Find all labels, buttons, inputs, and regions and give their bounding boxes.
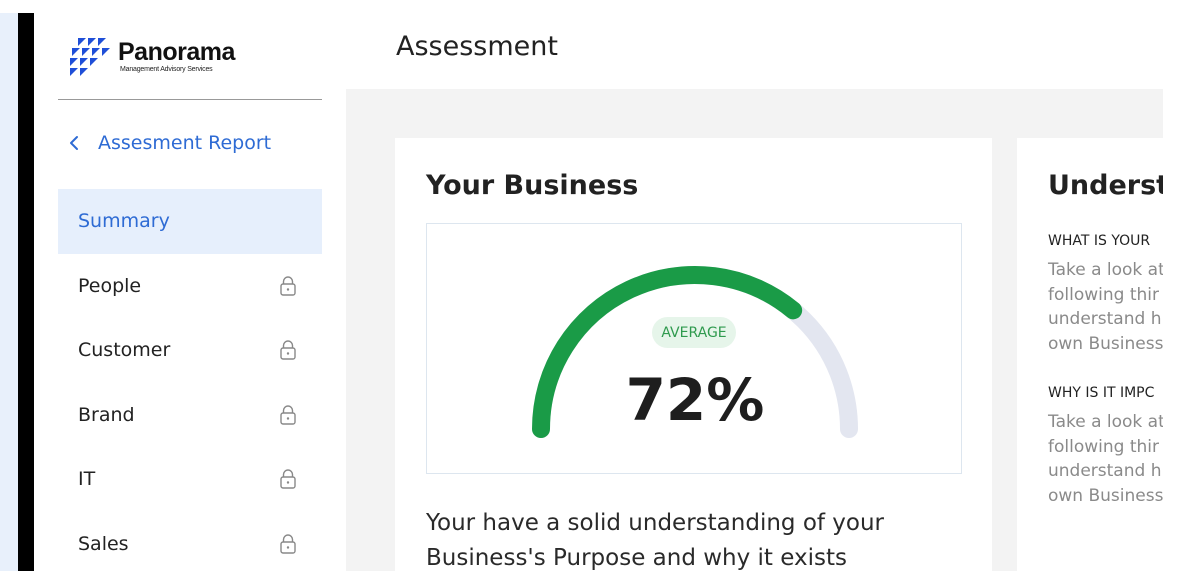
card-title: Your Business xyxy=(426,170,639,201)
main-content: Your Business AVERAGE 72% Your have a so… xyxy=(346,89,1163,571)
section-label: WHY IS IT IMPC xyxy=(1048,385,1155,401)
nav-item-customer[interactable]: Customer xyxy=(58,318,322,383)
body-line: own Business xyxy=(1048,333,1163,354)
chevron-left-icon xyxy=(70,136,78,150)
left-rail xyxy=(0,13,18,571)
understand-card: Understa WHAT IS YOUR Take a look at fol… xyxy=(1017,138,1163,571)
brand-subtitle: Management Advisory Services xyxy=(120,66,213,73)
brand-text: Panorama Management Advisory Services xyxy=(118,38,235,74)
body-line: Take a look at xyxy=(1048,260,1163,280)
right-edge xyxy=(1163,13,1192,571)
lock-icon xyxy=(280,340,296,360)
score-gauge xyxy=(532,266,858,438)
body-line: following thir xyxy=(1048,436,1159,457)
lock-icon xyxy=(280,275,296,296)
nav-item-label: Brand xyxy=(78,403,135,426)
divider xyxy=(58,99,322,100)
body-line: following thir xyxy=(1048,284,1159,305)
lock-icon xyxy=(280,469,296,489)
page-title: Assessment xyxy=(396,31,558,62)
section-nav: Summary People Customer Brand IT Sales xyxy=(58,189,322,571)
score-gauge-panel: AVERAGE 72% xyxy=(426,223,962,474)
rating-badge: AVERAGE xyxy=(652,317,736,348)
back-link-label: Assesment Report xyxy=(98,132,272,154)
body-line: own Business xyxy=(1048,485,1163,506)
page-header: Assessment xyxy=(346,13,1163,89)
body-line: Take a look at xyxy=(1048,412,1163,432)
nav-item-summary[interactable]: Summary xyxy=(58,189,322,254)
card-title: Understa xyxy=(1048,170,1163,201)
nav-item-label: IT xyxy=(78,468,96,491)
window-border xyxy=(18,13,34,571)
sidebar: Panorama Management Advisory Services As… xyxy=(34,13,346,571)
nav-item-it[interactable]: IT xyxy=(58,447,322,512)
app-window: Panorama Management Advisory Services As… xyxy=(0,0,1192,571)
nav-item-label: Sales xyxy=(78,532,129,555)
section-body: Take a look at following thir understand… xyxy=(1048,410,1163,508)
brand-name: Panorama xyxy=(118,38,235,66)
lock-icon xyxy=(280,533,296,554)
nav-item-label: Summary xyxy=(78,210,170,233)
nav-item-sales[interactable]: Sales xyxy=(58,512,322,571)
nav-item-label: Customer xyxy=(78,339,171,362)
nav-item-people[interactable]: People xyxy=(58,254,322,319)
lock-icon xyxy=(280,404,296,425)
brand-logo[interactable]: Panorama Management Advisory Services xyxy=(68,38,235,78)
body-line: understand h xyxy=(1048,461,1162,481)
section-label: WHAT IS YOUR xyxy=(1048,233,1151,249)
nav-item-brand[interactable]: Brand xyxy=(58,383,322,448)
score-value: 72% xyxy=(625,366,765,434)
score-description: Your have a solid understanding of your … xyxy=(426,510,885,571)
nav-item-label: People xyxy=(78,274,142,297)
panorama-logo-icon xyxy=(70,38,110,76)
body-line: understand h xyxy=(1048,309,1162,329)
back-to-report-link[interactable]: Assesment Report xyxy=(64,132,271,154)
your-business-card: Your Business AVERAGE 72% Your have a so… xyxy=(395,138,992,571)
section-body: Take a look at following thir understand… xyxy=(1048,258,1163,356)
